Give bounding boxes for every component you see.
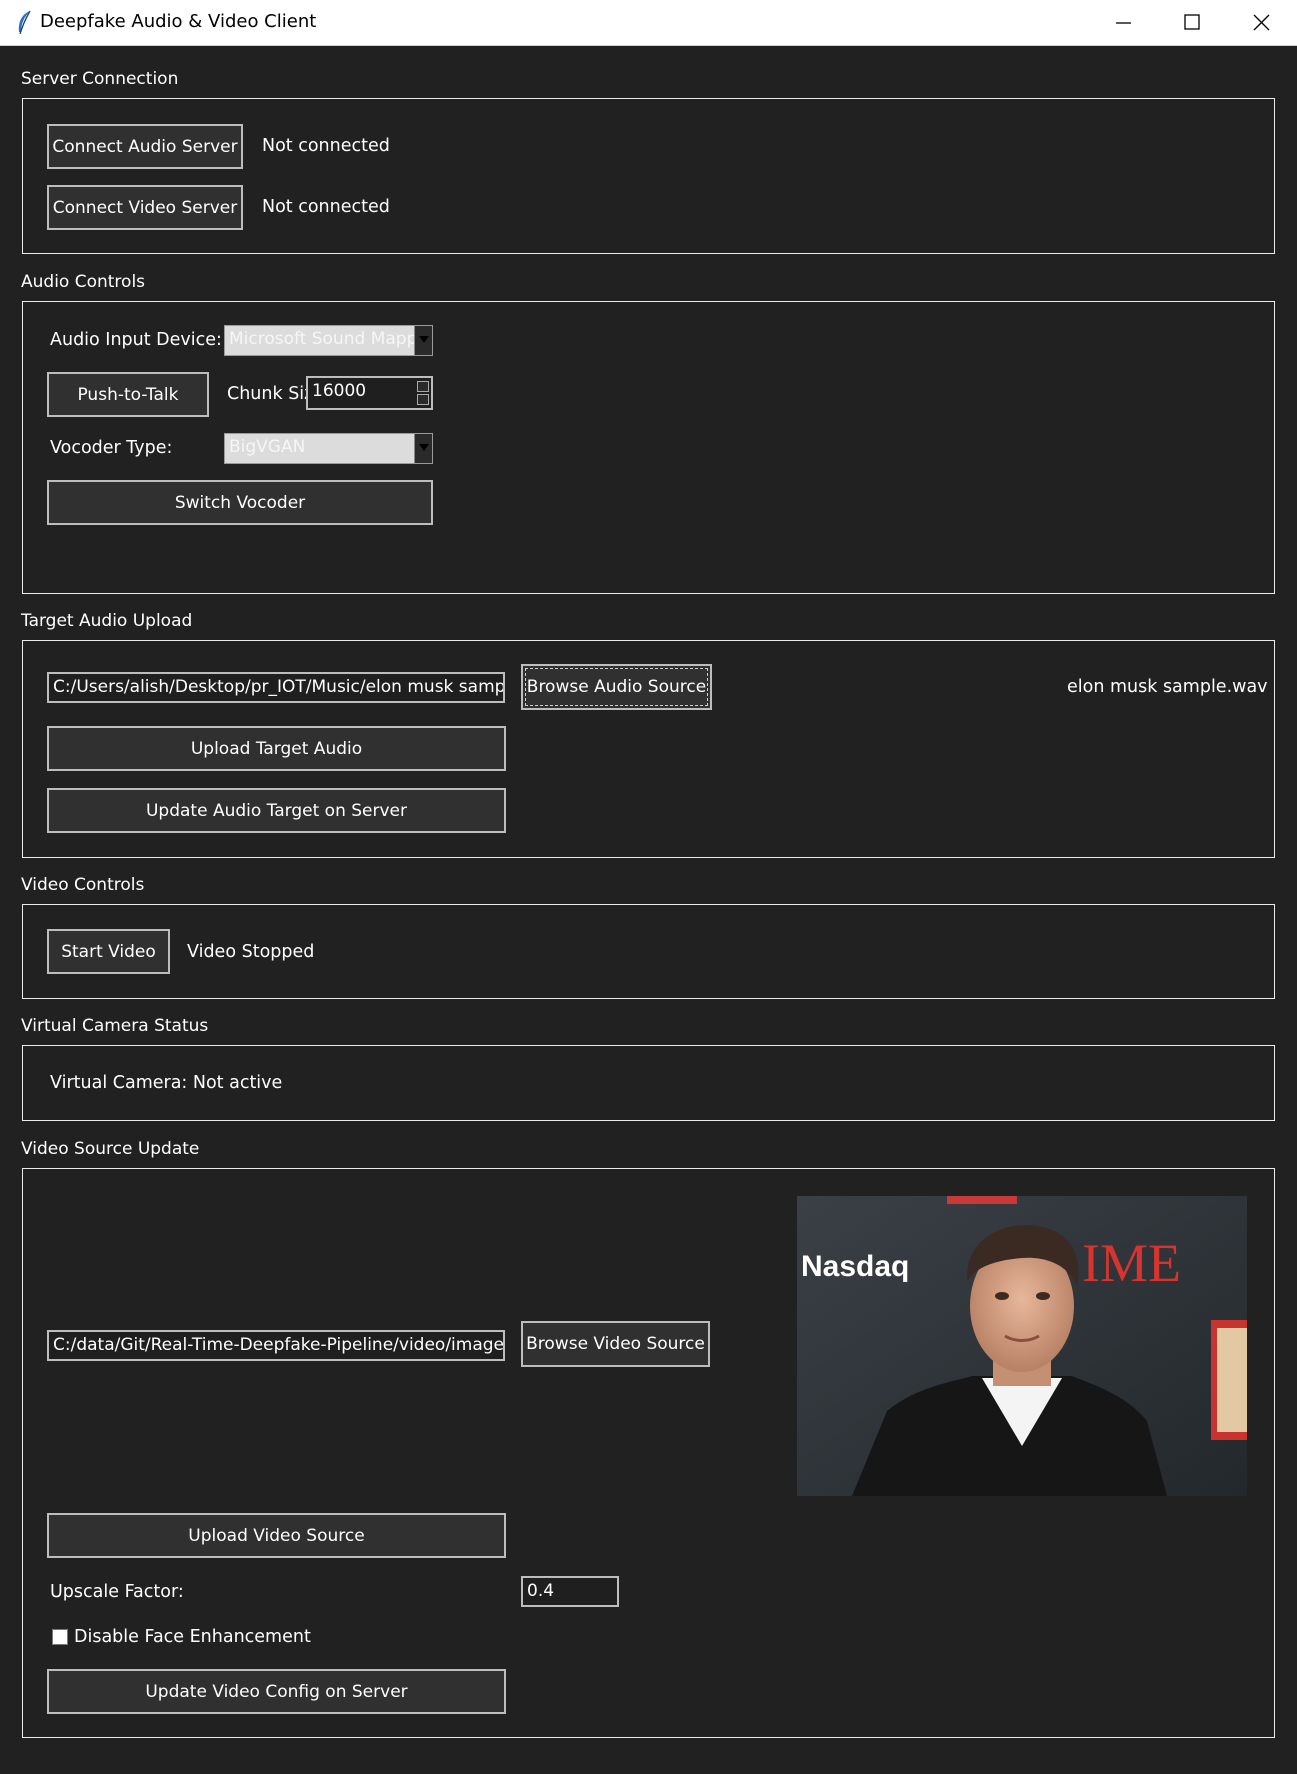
browse-audio-source-button[interactable]: Browse Audio Source	[521, 664, 712, 710]
upload-video-source-button[interactable]: Upload Video Source	[47, 1513, 506, 1558]
selected-audio-filename: elon musk sample.wav	[1067, 677, 1268, 697]
connect-audio-server-button[interactable]: Connect Audio Server	[47, 124, 243, 169]
chevron-down-icon[interactable]	[414, 326, 432, 355]
video-source-preview-image: Nasdaq IME	[797, 1196, 1247, 1496]
virtual-camera-status: Virtual Camera: Not active	[50, 1073, 283, 1093]
maximize-icon	[1184, 14, 1200, 30]
preview-backdrop-text-2: IME	[1082, 1233, 1181, 1293]
video-status: Video Stopped	[187, 942, 315, 962]
audio-input-device-label: Audio Input Device:	[50, 330, 222, 350]
target-audio-upload-label: Target Audio Upload	[21, 611, 193, 631]
video-controls-label: Video Controls	[21, 875, 145, 895]
title-bar: Deepfake Audio & Video Client	[0, 0, 1297, 46]
portrait-photo: Nasdaq IME	[797, 1196, 1247, 1496]
upscale-factor-input[interactable]: 0.4	[521, 1576, 619, 1607]
close-icon	[1253, 14, 1270, 31]
minimize-icon	[1116, 22, 1131, 24]
connect-video-server-button[interactable]: Connect Video Server	[47, 185, 243, 230]
disable-face-enhancement-label: Disable Face Enhancement	[74, 1627, 311, 1647]
server-connection-frame	[22, 98, 1275, 254]
upscale-factor-label: Upscale Factor:	[50, 1582, 184, 1602]
video-source-path-input[interactable]: C:/data/Git/Real-Time-Deepfake-Pipeline/…	[47, 1330, 505, 1361]
audio-connection-status: Not connected	[262, 136, 390, 156]
chunk-size-value: 16000	[312, 381, 367, 401]
chunk-size-spinbox[interactable]: 16000	[306, 376, 433, 410]
spin-up-button[interactable]	[417, 381, 429, 392]
start-video-button[interactable]: Start Video	[47, 929, 170, 974]
disable-face-enhancement-checkbox[interactable]	[52, 1629, 68, 1645]
maximize-button[interactable]	[1158, 0, 1226, 46]
audio-input-device-select[interactable]: Microsoft Sound Mapper	[224, 325, 433, 356]
upload-target-audio-button[interactable]: Upload Target Audio	[47, 726, 506, 771]
update-audio-target-button[interactable]: Update Audio Target on Server	[47, 788, 506, 833]
vocoder-type-value: BigVGAN	[229, 437, 306, 457]
spin-down-button[interactable]	[417, 394, 429, 405]
update-video-config-button[interactable]: Update Video Config on Server	[47, 1669, 506, 1714]
video-source-update-label: Video Source Update	[21, 1139, 200, 1159]
vocoder-type-label: Vocoder Type:	[50, 438, 173, 458]
window-title: Deepfake Audio & Video Client	[40, 11, 317, 32]
virtual-camera-status-label: Virtual Camera Status	[21, 1016, 209, 1036]
preview-backdrop-text-1: Nasdaq	[801, 1250, 909, 1283]
vocoder-type-select[interactable]: BigVGAN	[224, 433, 433, 464]
audio-input-device-value: Microsoft Sound Mapper	[229, 329, 433, 349]
audio-controls-label: Audio Controls	[21, 272, 146, 292]
switch-vocoder-button[interactable]: Switch Vocoder	[47, 480, 433, 525]
minimize-button[interactable]	[1090, 0, 1158, 46]
feather-icon	[18, 10, 31, 35]
video-connection-status: Not connected	[262, 197, 390, 217]
push-to-talk-button[interactable]: Push-to-Talk	[47, 372, 209, 417]
chevron-down-icon[interactable]	[414, 434, 432, 463]
browse-video-source-button[interactable]: Browse Video Source	[521, 1321, 710, 1367]
close-button[interactable]	[1228, 0, 1296, 46]
target-audio-path-input[interactable]: C:/Users/alish/Desktop/pr_IOT/Music/elon…	[47, 672, 505, 703]
chunk-size-label: Chunk Siz	[227, 384, 314, 404]
server-connection-label: Server Connection	[21, 69, 179, 89]
